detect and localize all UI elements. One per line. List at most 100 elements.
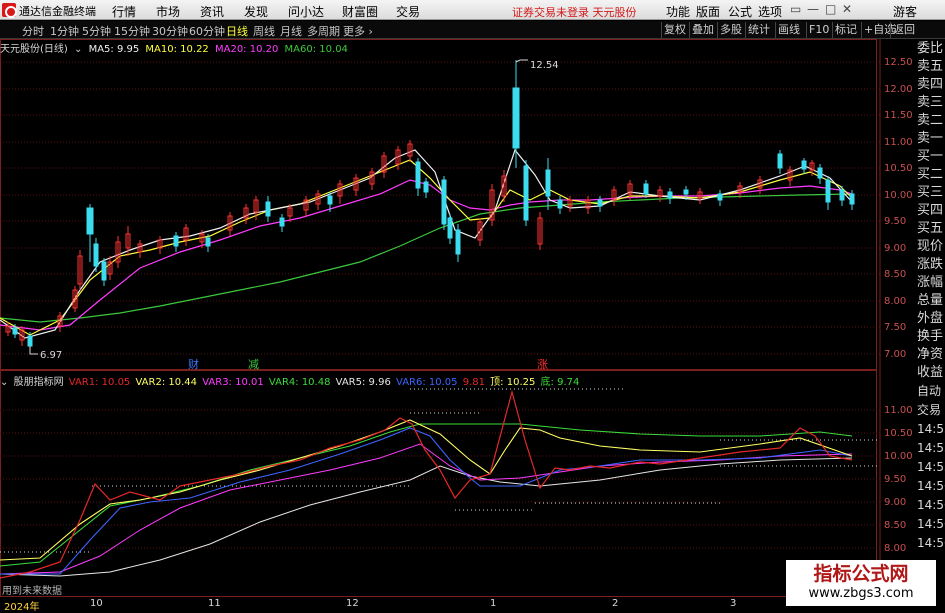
bottom-value: 底: 9.74 bbox=[540, 377, 580, 388]
var-blue-line bbox=[0, 427, 853, 575]
tick-time: 14:56 bbox=[917, 517, 945, 531]
menu-hangqing[interactable]: 行情 bbox=[112, 3, 136, 20]
panel-sell5: 卖五 bbox=[917, 59, 944, 74]
panel-trade[interactable]: 交易 bbox=[917, 401, 945, 420]
menu-faxian[interactable]: 发现 bbox=[244, 3, 268, 20]
indicator-name[interactable]: 股朋指标网 bbox=[14, 377, 64, 388]
var1-value: VAR1: 10.05 bbox=[68, 377, 131, 388]
menu-zixun[interactable]: 资讯 bbox=[200, 3, 224, 20]
panel-buy1: 买一 bbox=[917, 149, 944, 164]
panel-sell4: 卖四 bbox=[917, 77, 944, 92]
btn-f10[interactable]: F10 bbox=[806, 22, 831, 38]
window-restore-icon[interactable]: ▭ bbox=[790, 2, 801, 16]
low-price-label: 6.97 bbox=[40, 350, 62, 361]
btn-fuquan[interactable]: 复权 bbox=[661, 22, 688, 38]
menu-gongshi[interactable]: 公式 bbox=[728, 3, 752, 20]
price-tick: 10.00 bbox=[884, 190, 913, 201]
future-data-note: 用到未来数据 bbox=[2, 586, 62, 597]
tf-monthly[interactable]: 月线 bbox=[280, 23, 302, 39]
watermark-title: 指标公式网 bbox=[813, 563, 909, 585]
login-notice[interactable]: 证券交易未登录 天元股份 bbox=[512, 4, 637, 20]
tick-time: 14:55 bbox=[917, 441, 945, 455]
tick-time: 14:55 bbox=[917, 422, 945, 436]
event-zhang[interactable]: 涨 bbox=[537, 358, 548, 371]
tf-weekly[interactable]: 周线 bbox=[253, 23, 275, 39]
menu-caifuquan[interactable]: 财富圈 bbox=[342, 3, 378, 20]
ma20-value: MA20: 10.20 bbox=[214, 44, 279, 55]
ma10-value: MA10: 10.22 bbox=[145, 44, 209, 55]
menu-wenxiaoda[interactable]: 问小达 bbox=[288, 3, 324, 20]
ma60-line bbox=[0, 193, 851, 323]
tick-time: 14:56 bbox=[917, 536, 945, 550]
panel-sell3: 卖三 bbox=[917, 95, 944, 110]
menu-shichang[interactable]: 市场 bbox=[156, 3, 180, 20]
timeframe-toolbar: 分时 1分钟 5分钟 15分钟 30分钟 60分钟 日线 周线 月线 多周期 更… bbox=[0, 21, 945, 39]
chevron-down-icon[interactable]: ⌄ bbox=[74, 44, 82, 55]
btn-biaoji[interactable]: 标记 bbox=[832, 22, 859, 38]
tf-60min[interactable]: 60分钟 bbox=[189, 23, 225, 39]
panel-sell1: 卖一 bbox=[917, 131, 944, 146]
tf-1min[interactable]: 1分钟 bbox=[50, 23, 79, 39]
panel-change: 涨跌 bbox=[917, 257, 944, 272]
stock-title[interactable]: 天元股份(日线) bbox=[0, 44, 68, 55]
window-close-icon[interactable]: ✕ bbox=[842, 2, 852, 16]
quote-panel: 委比 卖五 卖四 卖三 卖二 卖一 买一 买二 买三 买四 买五 现价 涨跌 涨… bbox=[917, 40, 945, 610]
ma5-value: MA5: 9.95 bbox=[88, 44, 140, 55]
tf-15min[interactable]: 15分钟 bbox=[114, 23, 150, 39]
app-title: 通达信金融终端 bbox=[19, 5, 96, 18]
btn-back[interactable]: 返回 bbox=[890, 22, 917, 38]
price-tick: 9.00 bbox=[884, 243, 906, 254]
menu-jiaoyi[interactable]: 交易 bbox=[396, 3, 420, 20]
btn-tongji[interactable]: 统计 bbox=[745, 22, 772, 38]
btn-huaxian[interactable]: 画线 bbox=[775, 22, 802, 38]
time-tick-year: 2024年 bbox=[4, 602, 40, 613]
panel-change-pct: 涨幅 bbox=[917, 275, 944, 290]
watermark-banner: 指标公式网 www.zbgs3.com bbox=[786, 560, 936, 606]
ind-tick: 11.00 bbox=[884, 405, 913, 416]
panel-price: 现价 bbox=[917, 239, 944, 254]
time-axis: 2024年 10 11 12 1 2 3 bbox=[0, 598, 917, 613]
window-minimize-icon[interactable]: — bbox=[807, 2, 819, 16]
btn-duogu[interactable]: 多股 bbox=[717, 22, 744, 38]
time-tick: 3 bbox=[730, 598, 737, 609]
menu-gongneng[interactable]: 功能 bbox=[666, 3, 690, 20]
menu-bar: 通达信金融终端 行情 市场 资讯 发现 问小达 财富圈 交易 证券交易未登录 天… bbox=[0, 0, 945, 20]
tf-daily[interactable]: 日线 bbox=[226, 23, 248, 39]
panel-turnover: 换手 bbox=[917, 329, 944, 344]
top-value: 顶: 10.25 bbox=[490, 377, 536, 388]
high-price-label: 12.54 bbox=[530, 60, 559, 71]
kline-chart[interactable]: 12.50 12.00 11.50 11.00 10.50 10.00 9.50… bbox=[0, 39, 945, 609]
chevron-down-icon[interactable]: ⌄ bbox=[0, 377, 8, 388]
panel-volume: 总量 bbox=[917, 293, 944, 308]
candlesticks bbox=[5, 60, 855, 352]
var7-value: 9.81 bbox=[462, 377, 485, 388]
price-tick: 11.00 bbox=[884, 137, 913, 148]
tf-5min[interactable]: 5分钟 bbox=[82, 23, 111, 39]
ind-tick: 10.50 bbox=[884, 428, 913, 439]
event-jian[interactable]: 减 bbox=[248, 358, 259, 371]
guest-account[interactable]: 游客 bbox=[893, 3, 917, 20]
var3-value: VAR3: 10.01 bbox=[202, 377, 264, 388]
event-cai[interactable]: 财 bbox=[188, 357, 199, 371]
menu-xuanxiang[interactable]: 选项 bbox=[758, 3, 782, 20]
tf-more[interactable]: 更多 › bbox=[343, 23, 373, 39]
price-tick: 7.00 bbox=[884, 349, 906, 360]
var2-value: VAR2: 10.44 bbox=[135, 377, 198, 388]
ma-legend: 天元股份(日线) ⌄ MA5: 9.95 MA10: 10.22 MA20: 1… bbox=[0, 40, 351, 56]
time-tick: 1 bbox=[490, 598, 497, 609]
var-red-line bbox=[0, 389, 853, 579]
tf-30min[interactable]: 30分钟 bbox=[152, 23, 188, 39]
var4-value: VAR4: 10.48 bbox=[268, 377, 331, 388]
window-maximize-icon[interactable]: □ bbox=[825, 2, 836, 16]
price-tick: 10.50 bbox=[884, 163, 913, 174]
menu-banmian[interactable]: 版面 bbox=[696, 3, 720, 20]
tf-fenshi[interactable]: 分时 bbox=[22, 23, 44, 39]
time-tick: 2 bbox=[612, 598, 619, 609]
panel-buy4: 买四 bbox=[917, 203, 944, 218]
panel-outer: 外盘 bbox=[917, 311, 944, 326]
time-tick: 11 bbox=[208, 598, 221, 609]
tick-time: 14:56 bbox=[917, 479, 945, 493]
panel-auto[interactable]: 自动 bbox=[917, 382, 945, 401]
btn-diejia[interactable]: 叠加 bbox=[689, 22, 716, 38]
tf-multi[interactable]: 多周期 bbox=[307, 23, 340, 39]
